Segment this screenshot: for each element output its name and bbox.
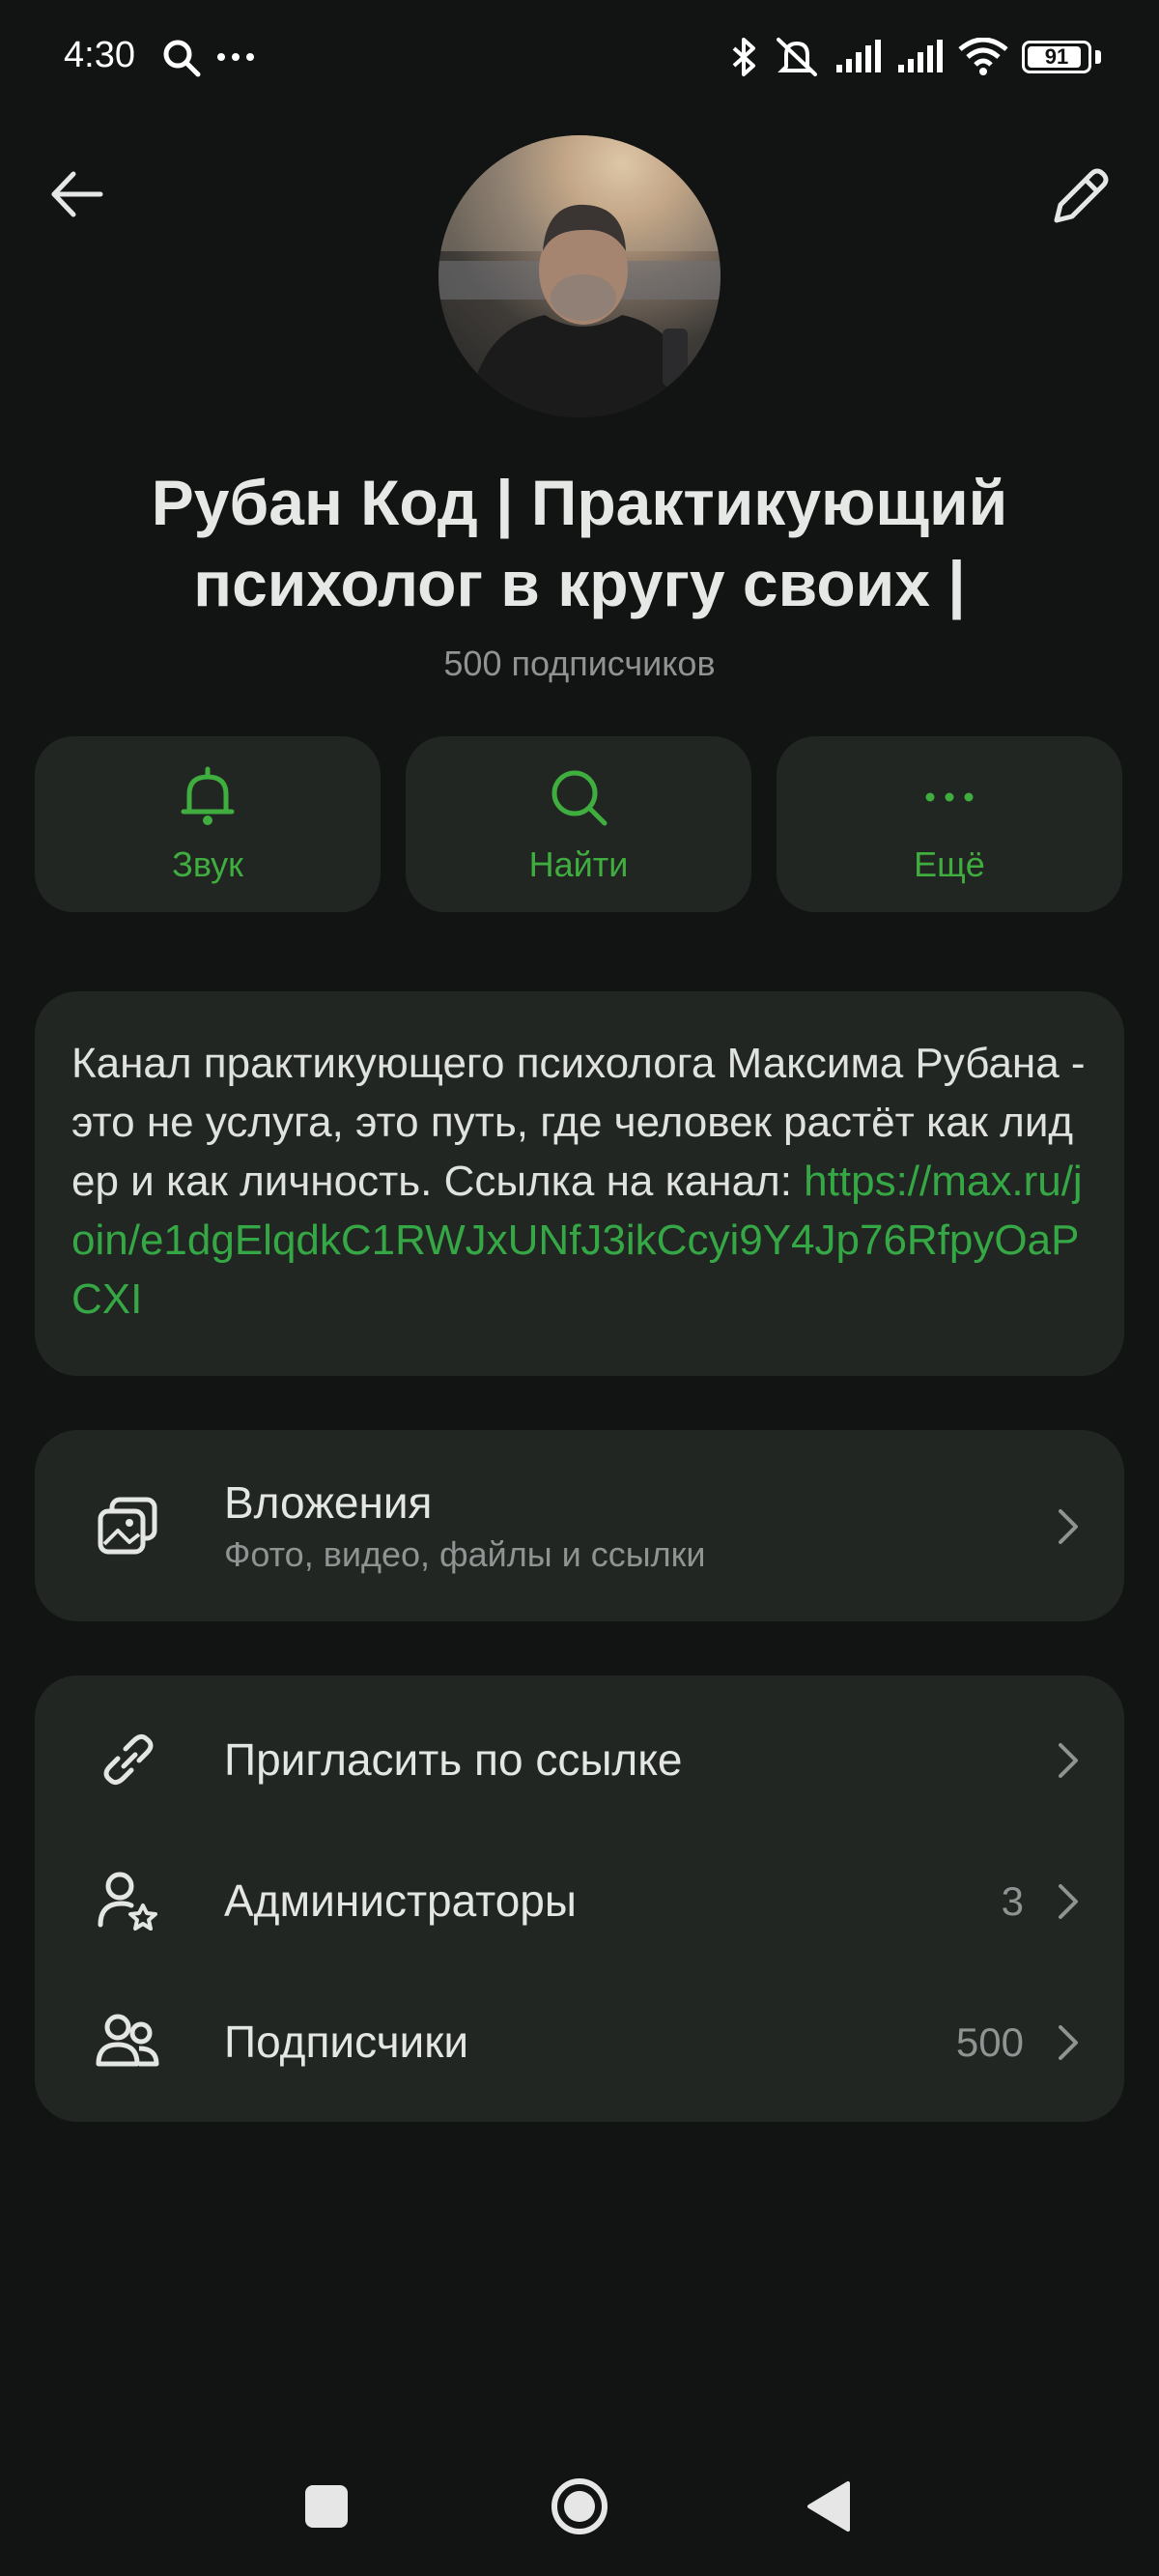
battery-icon: 91 bbox=[1022, 41, 1091, 73]
recents-button[interactable] bbox=[305, 2485, 348, 2528]
search-icon bbox=[163, 40, 201, 77]
channel-title: Рубан Код | Практикующий психолог в круг… bbox=[151, 467, 1008, 619]
status-time: 4:30 bbox=[64, 35, 135, 75]
battery-cap bbox=[1095, 50, 1101, 64]
gallery-icon bbox=[98, 1497, 157, 1555]
more-button[interactable]: Ещё bbox=[777, 736, 1122, 912]
attachments-card[interactable]: Вложения Фото, видео, файлы и ссылки bbox=[35, 1430, 1124, 1621]
find-label: Найти bbox=[528, 844, 629, 884]
subscribers-row-count: 500 bbox=[955, 2019, 1024, 2065]
bluetooth-icon bbox=[732, 38, 755, 76]
search-icon bbox=[551, 770, 608, 826]
edit-button[interactable] bbox=[1043, 160, 1117, 234]
attachments-row[interactable]: Вложения Фото, видео, файлы и ссылки bbox=[35, 1455, 1124, 1596]
attachments-subtitle: Фото, видео, файлы и ссылки bbox=[224, 1534, 706, 1574]
link-icon bbox=[103, 1733, 154, 1786]
home-button[interactable] bbox=[549, 2476, 610, 2537]
more-label: Ещё bbox=[914, 844, 985, 884]
bell-icon bbox=[181, 766, 235, 825]
description-text: Канал практикующего психолога Максима Ру… bbox=[71, 1034, 1088, 1329]
find-button[interactable]: Найти bbox=[406, 736, 751, 912]
signal-icon bbox=[836, 40, 881, 72]
sound-label: Звук bbox=[172, 844, 243, 884]
chevron-right-icon bbox=[1059, 1509, 1078, 1544]
status-bar: 4:30 91 bbox=[0, 0, 1159, 116]
admins-count: 3 bbox=[1001, 1878, 1024, 1924]
invite-link-row[interactable]: Пригласить по ссылке bbox=[35, 1689, 1124, 1830]
admins-row[interactable]: Администраторы 3 bbox=[35, 1830, 1124, 1971]
more-icon bbox=[217, 53, 254, 61]
subscribers-count: 500 подписчиков bbox=[443, 644, 716, 683]
battery-level: 91 bbox=[1044, 44, 1069, 69]
signal-icon bbox=[898, 40, 943, 72]
channel-avatar[interactable] bbox=[438, 135, 721, 417]
subscribers-row[interactable]: Подписчики 500 bbox=[35, 1971, 1124, 2112]
avatar-photo bbox=[438, 135, 721, 417]
settings-card: Пригласить по ссылке Администраторы 3 По… bbox=[35, 1675, 1124, 2122]
invite-link-label: Пригласить по ссылке bbox=[224, 1734, 683, 1785]
users-icon bbox=[96, 2014, 159, 2067]
chevron-right-icon bbox=[1059, 2025, 1078, 2060]
chevron-right-icon bbox=[1059, 1884, 1078, 1919]
sound-button[interactable]: Звук bbox=[35, 736, 381, 912]
nav-back-button[interactable] bbox=[806, 2479, 854, 2533]
description-card: Канал практикующего психолога Максима Ру… bbox=[35, 991, 1124, 1376]
chevron-right-icon bbox=[1059, 1743, 1078, 1778]
admin-star-icon bbox=[98, 1872, 157, 1931]
mute-icon bbox=[777, 38, 817, 76]
subscribers-label: Подписчики bbox=[224, 2017, 469, 2067]
wifi-icon bbox=[958, 38, 1008, 75]
admins-label: Администраторы bbox=[224, 1875, 577, 1926]
more-icon bbox=[925, 792, 974, 802]
attachments-title: Вложения bbox=[224, 1477, 433, 1528]
status-icons: 91 bbox=[730, 35, 1101, 79]
back-button[interactable] bbox=[44, 160, 112, 228]
